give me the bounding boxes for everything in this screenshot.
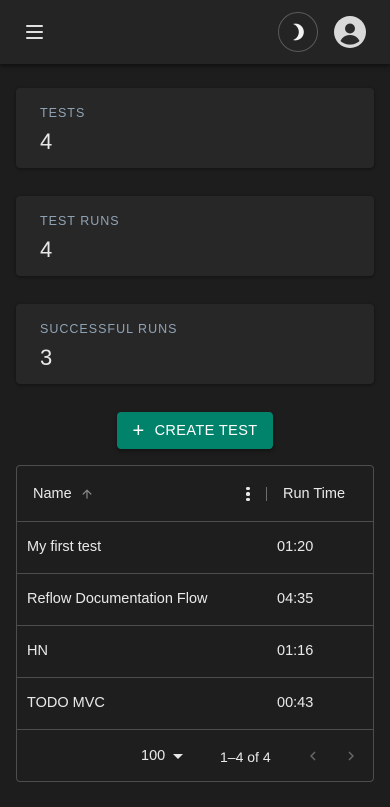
stat-value: 4 — [40, 237, 53, 262]
hamburger-menu-icon[interactable] — [26, 22, 48, 42]
column-header-name[interactable]: Name — [33, 486, 94, 502]
row-run-time: 01:16 — [277, 643, 314, 659]
chevron-left-icon — [310, 751, 316, 761]
plus-icon: + — [132, 419, 145, 442]
table-pagination: 100 1–4 of 4 — [17, 730, 373, 781]
rows-per-page-select[interactable]: 100 — [141, 748, 184, 764]
stat-card-test-runs: TEST RUNS 4 — [16, 196, 374, 276]
moon-icon — [293, 23, 304, 41]
stat-card-successful-runs: SUCCESSFUL RUNS 3 — [16, 304, 374, 384]
table-row[interactable]: Reflow Documentation Flow 04:35 — [17, 574, 373, 626]
stat-label: TESTS — [40, 106, 86, 120]
table-row[interactable]: HN 01:16 — [17, 626, 373, 678]
table-row[interactable]: TODO MVC 00:43 — [17, 678, 373, 730]
tests-table: Name Run Time My first test 01:20 Reflow… — [16, 465, 374, 782]
table-header: Name Run Time — [17, 466, 373, 522]
column-menu-icon[interactable] — [242, 484, 254, 504]
row-name: HN — [27, 643, 48, 659]
stat-card-tests: TESTS 4 — [16, 88, 374, 168]
stat-label: SUCCESSFUL RUNS — [40, 322, 178, 336]
row-name: TODO MVC — [27, 695, 105, 711]
create-test-label: CREATE TEST — [154, 422, 258, 439]
chevron-down-icon — [173, 753, 184, 759]
row-name: Reflow Documentation Flow — [27, 591, 208, 607]
row-run-time: 01:20 — [277, 539, 314, 555]
account-circle-icon — [340, 23, 360, 45]
stat-label: TEST RUNS — [40, 214, 120, 228]
column-header-name-label: Name — [33, 486, 72, 502]
stat-value: 4 — [40, 129, 53, 154]
create-test-button[interactable]: + CREATE TEST — [117, 412, 273, 449]
stat-value: 3 — [40, 345, 53, 370]
rows-per-page-value: 100 — [141, 748, 166, 764]
column-header-run-time[interactable]: Run Time — [283, 486, 345, 502]
column-separator[interactable] — [266, 487, 267, 501]
sort-ascending-icon — [82, 489, 92, 499]
theme-toggle-button[interactable] — [278, 12, 318, 52]
chevron-right-icon — [348, 751, 354, 761]
pagination-range: 1–4 of 4 — [220, 749, 271, 765]
previous-page-button[interactable] — [303, 746, 323, 766]
account-button[interactable] — [334, 16, 366, 48]
row-run-time: 00:43 — [277, 695, 314, 711]
table-row[interactable]: My first test 01:20 — [17, 522, 373, 574]
next-page-button[interactable] — [341, 746, 361, 766]
row-run-time: 04:35 — [277, 591, 314, 607]
row-name: My first test — [27, 539, 102, 555]
app-bar — [0, 0, 390, 64]
